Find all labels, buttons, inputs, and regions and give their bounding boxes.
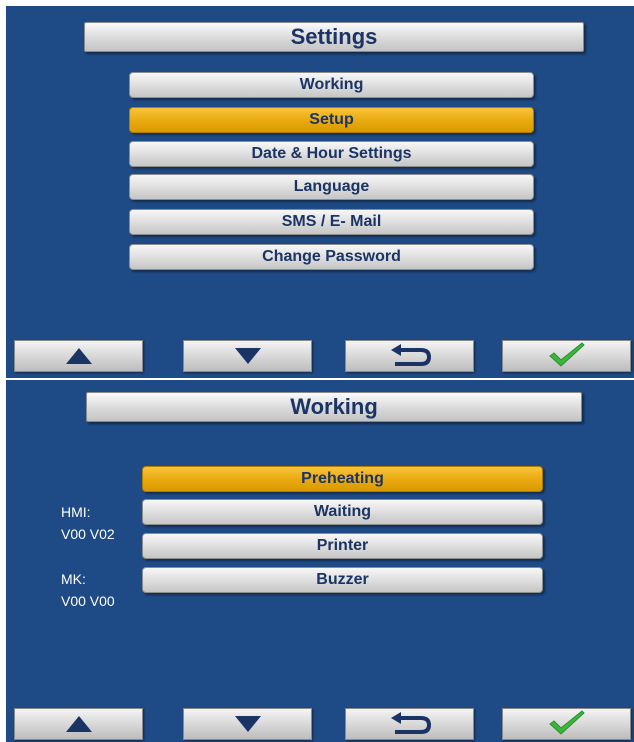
menu-item-buzzer[interactable]: Buzzer	[142, 567, 543, 593]
back-button[interactable]	[345, 708, 474, 740]
working-title: Working	[86, 392, 582, 422]
mk-version: V00 V00	[61, 593, 115, 609]
down-button[interactable]	[183, 340, 312, 372]
down-button[interactable]	[183, 708, 312, 740]
down-arrow-icon	[234, 716, 261, 732]
back-button[interactable]	[345, 340, 474, 372]
menu-item-preheating[interactable]: Preheating	[142, 466, 543, 492]
confirm-button[interactable]	[502, 708, 631, 740]
settings-title: Settings	[84, 22, 584, 52]
back-return-icon	[390, 712, 431, 734]
mk-label: MK:	[61, 571, 86, 587]
menu-item-change-password[interactable]: Change Password	[129, 244, 534, 270]
menu-item-sms-email[interactable]: SMS / E- Mail	[129, 209, 534, 235]
menu-item-working[interactable]: Working	[129, 72, 534, 98]
hmi-version: V00 V02	[61, 526, 115, 542]
working-panel: Working Preheating Waiting Printer Buzze…	[6, 380, 634, 742]
up-button[interactable]	[14, 708, 143, 740]
up-button[interactable]	[14, 340, 143, 372]
confirm-check-icon	[548, 342, 585, 367]
menu-item-waiting[interactable]: Waiting	[142, 499, 543, 525]
hmi-label: HMI:	[61, 504, 91, 520]
settings-panel: Settings Working Setup Date & Hour Setti…	[6, 6, 634, 378]
menu-item-setup[interactable]: Setup	[129, 107, 534, 133]
menu-item-language[interactable]: Language	[129, 174, 534, 200]
back-return-icon	[390, 344, 431, 366]
confirm-button[interactable]	[502, 340, 631, 372]
confirm-check-icon	[548, 710, 585, 735]
up-arrow-icon	[65, 716, 92, 732]
menu-item-printer[interactable]: Printer	[142, 533, 543, 559]
menu-item-date-hour-settings[interactable]: Date & Hour Settings	[129, 141, 534, 167]
up-arrow-icon	[65, 348, 92, 364]
down-arrow-icon	[234, 348, 261, 364]
